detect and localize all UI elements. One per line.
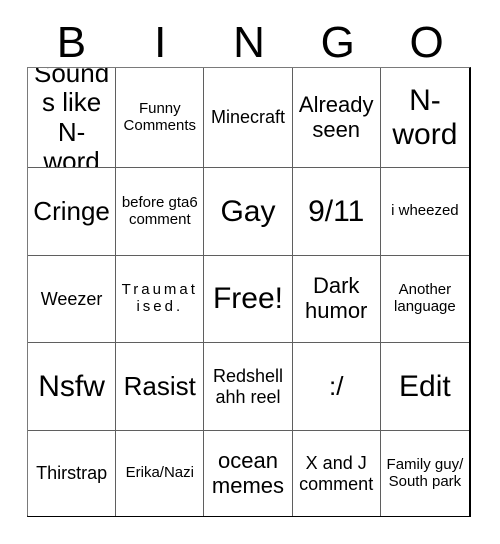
bingo-cell-label: Weezer	[40, 288, 103, 309]
bingo-cell[interactable]: Redshell ahh reel	[204, 343, 293, 431]
bingo-cell[interactable]: :/	[292, 343, 381, 431]
bingo-cell-label: before gta6 comment	[121, 193, 198, 228]
bingo-cell-label: Funny Comments	[123, 99, 197, 134]
bingo-cell-label: Traumatised.	[121, 281, 198, 315]
bingo-cell[interactable]: i wheezed	[380, 168, 469, 256]
bingo-cell-label: i wheezed	[391, 202, 459, 220]
bingo-cell-label: Thirstrap	[36, 463, 108, 484]
bingo-free-space[interactable]: Free!	[204, 256, 293, 343]
bingo-cell[interactable]: Thirstrap	[28, 431, 117, 516]
bingo-cell-label: Gay	[220, 194, 276, 228]
bingo-cell-label: ocean memes	[211, 447, 285, 498]
bingo-cell-label: N-word	[392, 83, 458, 151]
bingo-cell-label: Another language	[394, 281, 456, 315]
bingo-card: B I N G O Sounds like N-word Funny Comme…	[0, 0, 500, 544]
bingo-cell[interactable]: Traumatised.	[116, 256, 205, 343]
bingo-cell[interactable]: Rasist	[116, 343, 205, 431]
bingo-cell[interactable]: Already seen	[292, 68, 381, 168]
bingo-cell[interactable]: Another language	[380, 256, 469, 343]
bingo-cell[interactable]: Erika/Nazi	[116, 431, 205, 516]
bingo-cell-label: Dark humor	[305, 273, 368, 323]
bingo-cell-label: Sounds like N-word	[34, 68, 110, 168]
bingo-cell-label: Erika/Nazi	[125, 464, 194, 482]
bingo-cell[interactable]: ocean memes	[204, 431, 293, 516]
bingo-cell[interactable]: Sounds like N-word	[28, 68, 117, 168]
bingo-cell-label: Rasist	[123, 370, 196, 401]
bingo-cell-label: 9/11	[308, 194, 365, 228]
bingo-header-letter-b: B	[56, 17, 87, 67]
bingo-cell[interactable]: Nsfw	[28, 343, 117, 431]
bingo-cell[interactable]: Edit	[380, 343, 469, 431]
bingo-cell[interactable]: X and J comment	[292, 431, 381, 516]
bingo-cell[interactable]: before gta6 comment	[116, 168, 205, 256]
bingo-cell[interactable]: Funny Comments	[116, 68, 205, 168]
bingo-cell-label: Family guy/ South park	[386, 455, 464, 490]
bingo-cell[interactable]: Weezer	[28, 256, 117, 343]
bingo-cell-label: Already seen	[298, 91, 374, 142]
bingo-free-space-label: Free!	[212, 282, 283, 316]
bingo-cell-label: Nsfw	[38, 369, 105, 403]
bingo-cell[interactable]: 9/11	[292, 168, 381, 256]
bingo-cell[interactable]: Family guy/ South park	[380, 431, 469, 516]
bingo-cell[interactable]: Dark humor	[292, 256, 381, 343]
bingo-header-letter-n: N	[233, 17, 265, 67]
bingo-cell-label: X and J comment	[299, 453, 374, 494]
bingo-cell[interactable]: N-word	[380, 68, 469, 168]
bingo-header-row: B I N G O	[27, 18, 471, 67]
bingo-cell[interactable]: Gay	[204, 168, 293, 256]
bingo-cell-label: Minecraft	[210, 107, 285, 128]
bingo-cell-label: Edit	[399, 369, 451, 403]
bingo-cell-label: Redshell ahh reel	[212, 366, 284, 407]
bingo-cell[interactable]: Cringe	[28, 168, 117, 256]
bingo-header-letter-i: I	[154, 17, 167, 67]
bingo-header-letter-o: O	[409, 17, 444, 67]
bingo-header-letter-g: G	[320, 17, 355, 67]
bingo-cell-label: Cringe	[33, 195, 110, 226]
bingo-grid: Sounds like N-word Funny Comments Minecr…	[27, 67, 471, 517]
bingo-cell-label: :/	[328, 370, 344, 401]
bingo-cell[interactable]: Minecraft	[204, 68, 293, 168]
